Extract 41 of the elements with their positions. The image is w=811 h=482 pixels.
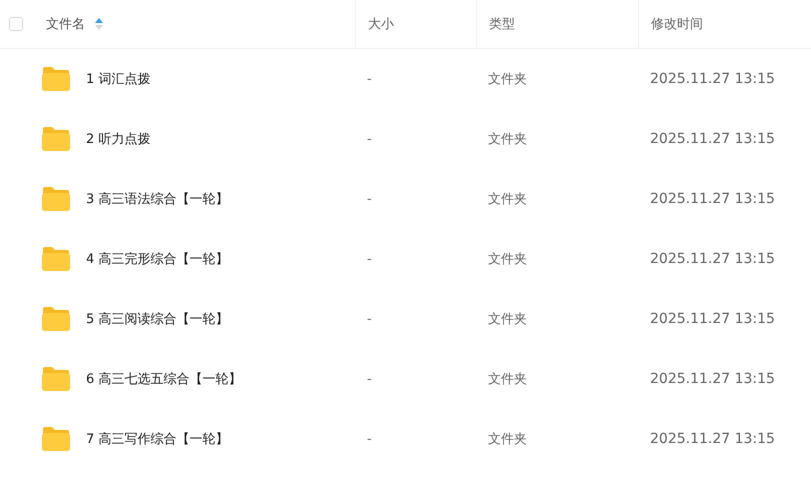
file-type: 文件夹 [488,372,527,387]
file-name[interactable]: 6 高三七选五综合【一轮】 [86,370,242,388]
file-size: - [367,372,372,386]
sort-icon[interactable] [95,17,103,31]
file-name[interactable]: 2 听力点拨 [86,130,150,148]
file-type: 文件夹 [488,432,527,447]
folder-icon [41,306,71,332]
file-type: 文件夹 [488,252,527,267]
file-size: - [367,312,372,326]
folder-icon [41,246,71,272]
file-type: 文件夹 [488,192,527,207]
file-name[interactable]: 7 高三写作综合【一轮】 [86,430,228,448]
file-name[interactable]: 3 高三语法综合【一轮】 [86,190,228,208]
modified-time: 2025.11.27 13:15 [650,431,775,447]
file-type: 文件夹 [488,312,527,327]
column-header[interactable]: 文件名 [46,15,85,33]
file-type: 文件夹 [488,72,527,87]
modified-time: 2025.11.27 13:15 [650,251,775,267]
select-all-checkbox[interactable] [9,17,23,31]
modified-time: 2025.11.27 13:15 [650,311,775,327]
column-header[interactable]: 大小 [368,15,394,33]
modified-time: 2025.11.27 13:15 [650,131,775,147]
file-size: - [367,72,372,86]
file-size: - [367,192,372,206]
file-name[interactable]: 4 高三完形综合【一轮】 [86,250,228,268]
column-header[interactable]: 修改时间 [651,15,703,33]
file-size: - [367,432,372,446]
file-name[interactable]: 1 词汇点拨 [86,70,150,88]
folder-icon [41,186,71,212]
folder-icon [41,66,71,92]
folder-icon [41,126,71,152]
modified-time: 2025.11.27 13:15 [650,371,775,387]
file-size: - [367,252,372,266]
modified-time: 2025.11.27 13:15 [650,191,775,207]
column-header[interactable]: 类型 [489,15,515,33]
file-type: 文件夹 [488,132,527,147]
file-size: - [367,132,372,146]
folder-icon [41,366,71,392]
file-name[interactable]: 5 高三阅读综合【一轮】 [86,310,228,328]
folder-icon [41,426,71,452]
modified-time: 2025.11.27 13:15 [650,71,775,87]
